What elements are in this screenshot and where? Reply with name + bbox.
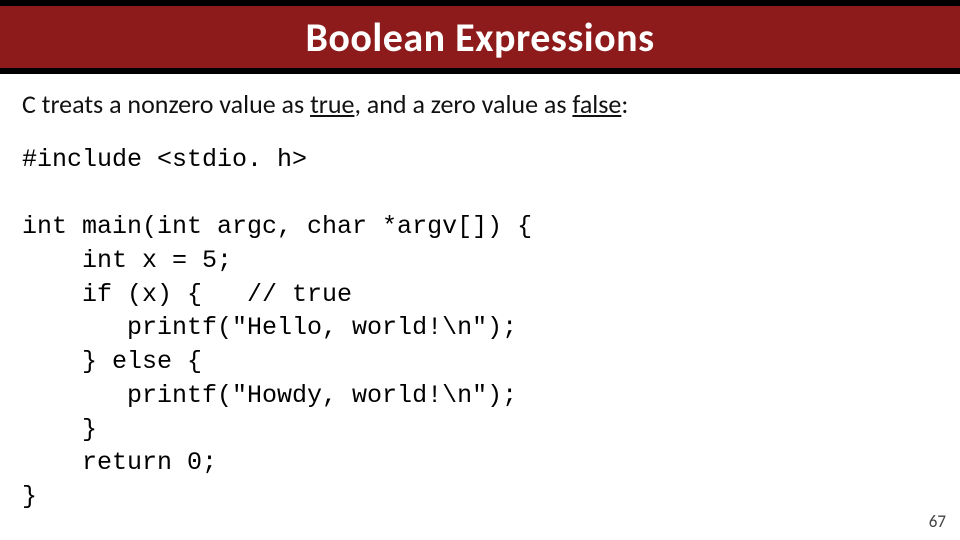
- title-bar: Boolean Expressions: [0, 0, 960, 74]
- intro-post: :: [621, 88, 628, 120]
- intro-pre: C treats a nonzero value as: [22, 88, 310, 120]
- intro-false: false: [572, 88, 621, 120]
- slide-title: Boolean Expressions: [305, 13, 654, 62]
- intro-true: true: [310, 88, 354, 120]
- page-number: 67: [929, 511, 946, 532]
- code-block: #include <stdio. h> int main(int argc, c…: [22, 143, 938, 514]
- intro-text: C treats a nonzero value as true, and a …: [22, 88, 938, 121]
- slide-body: C treats a nonzero value as true, and a …: [0, 74, 960, 514]
- intro-mid: , and a zero value as: [354, 88, 572, 120]
- slide: Boolean Expressions C treats a nonzero v…: [0, 0, 960, 540]
